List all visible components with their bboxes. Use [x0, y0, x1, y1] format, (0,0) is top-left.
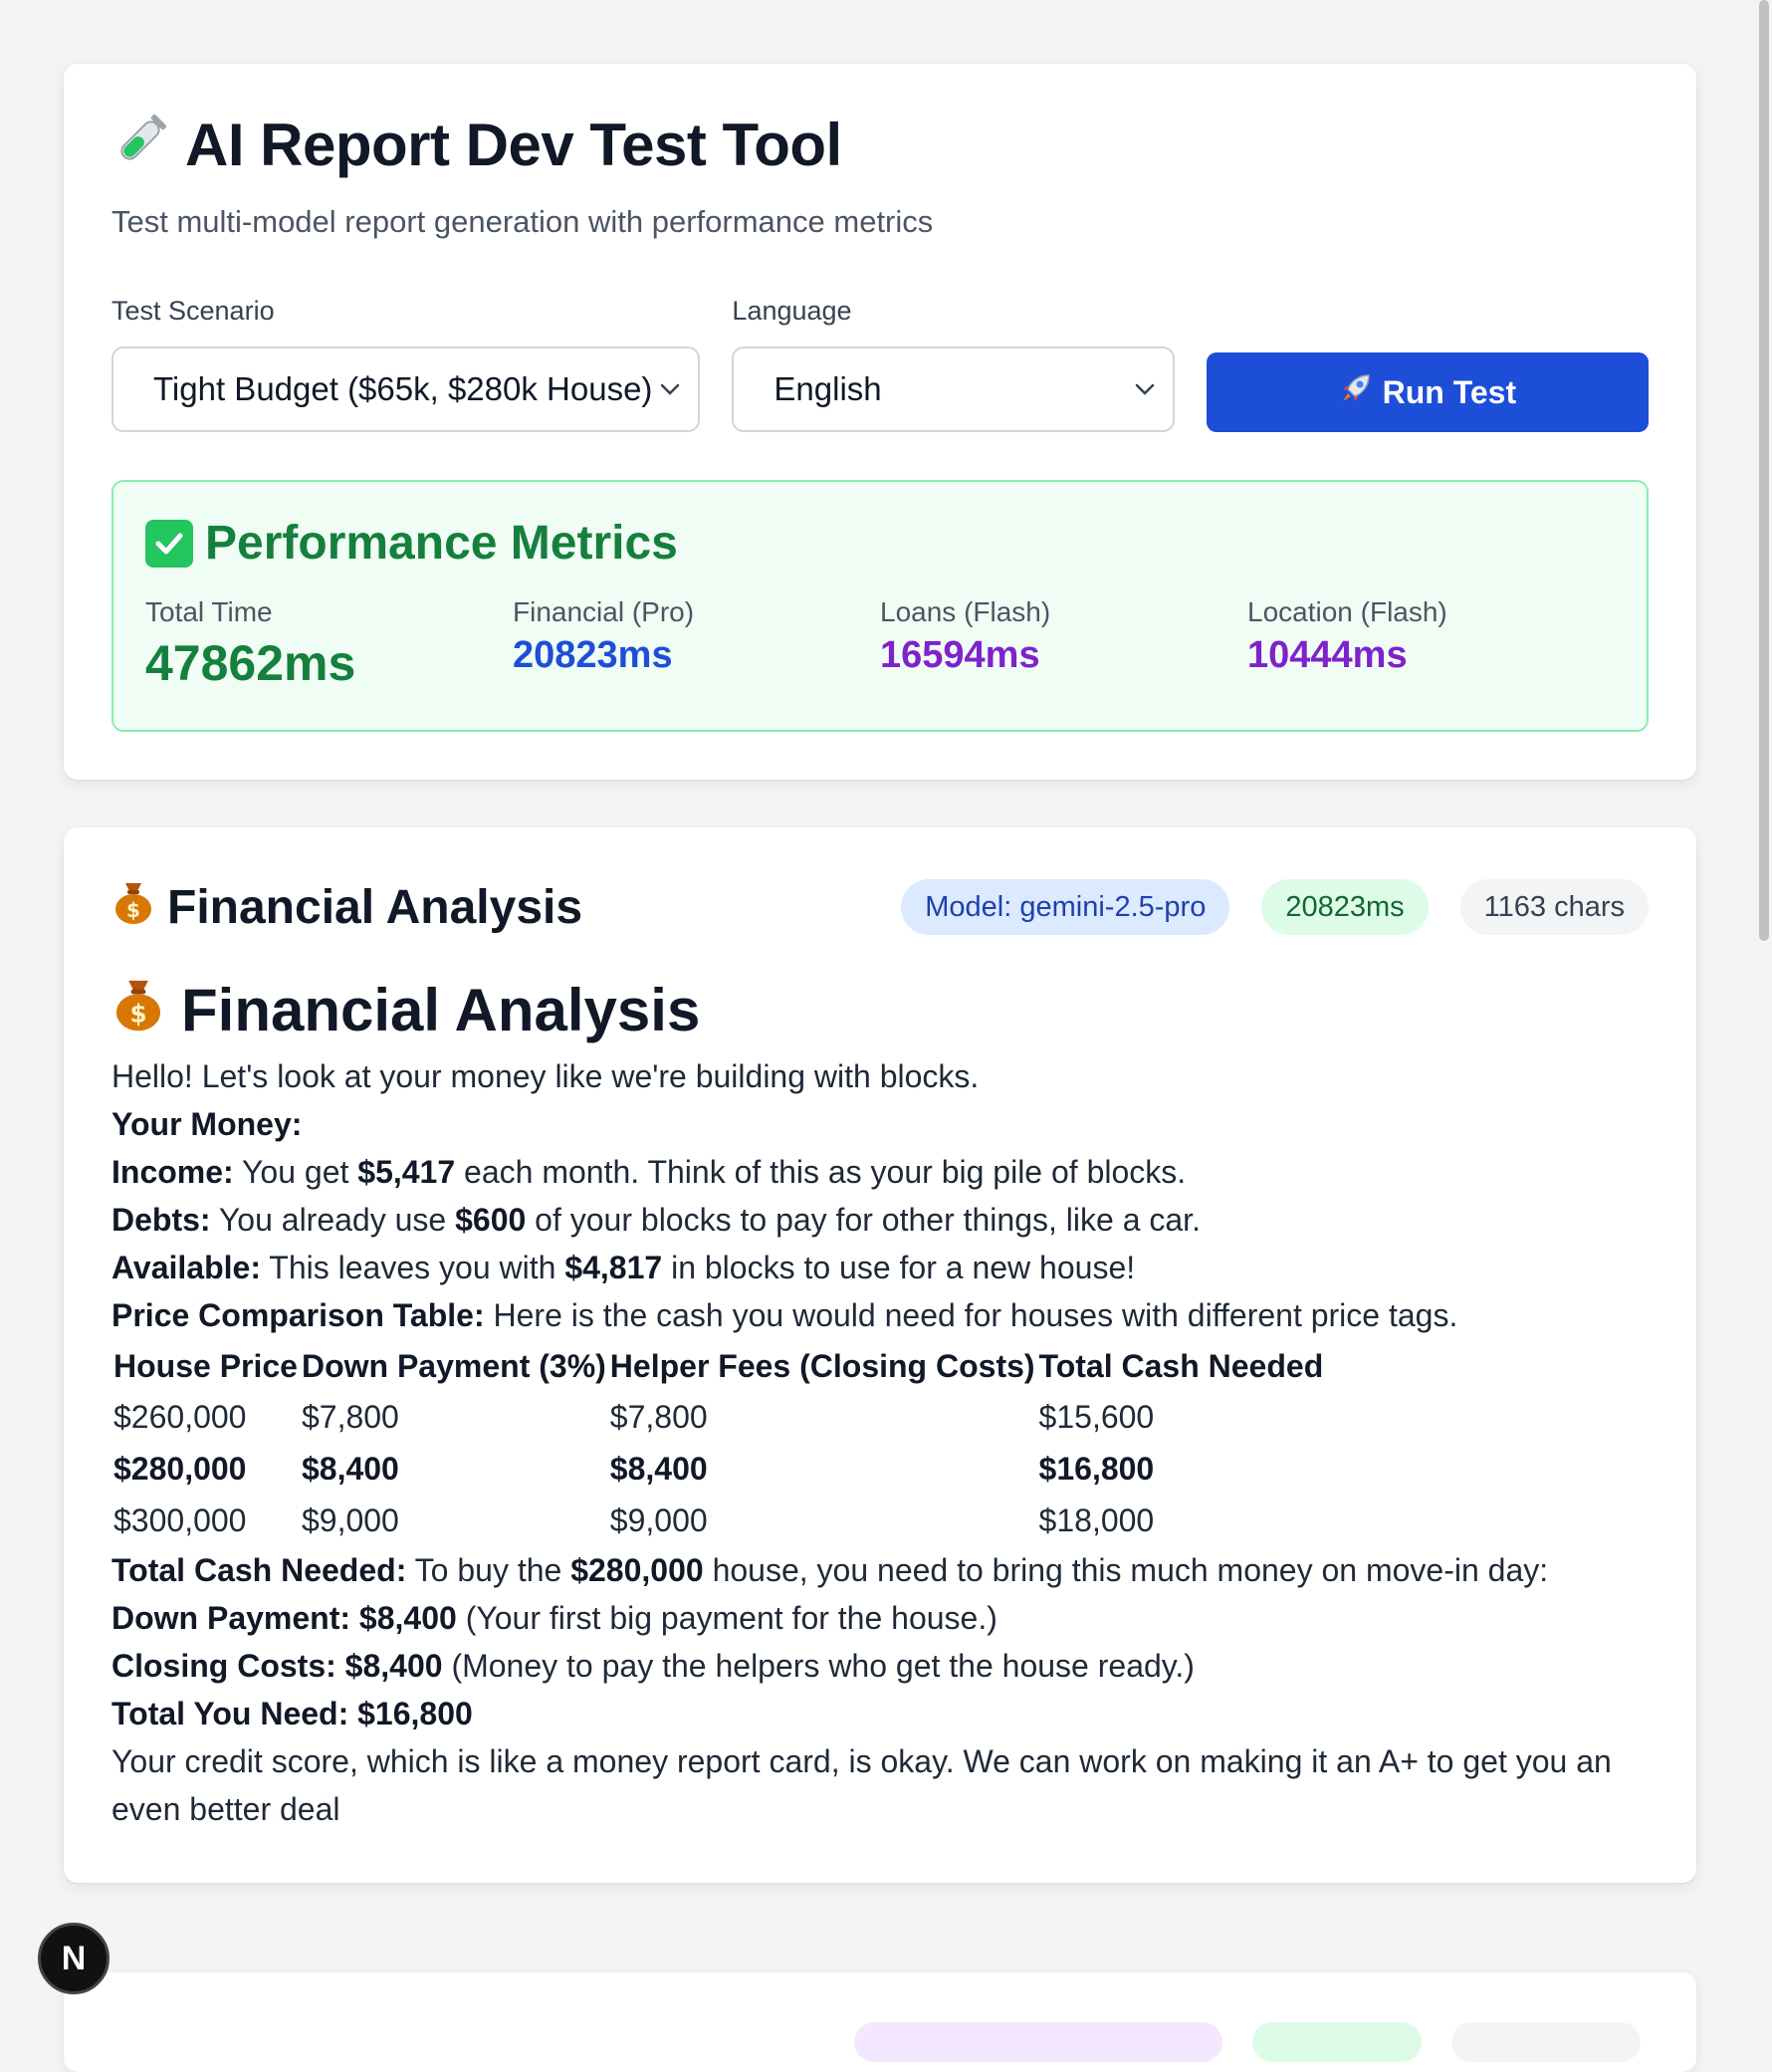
dev-indicator-label: N: [61, 1939, 87, 1977]
peek-badge: [1451, 2022, 1641, 2062]
chevron-down-icon: [652, 371, 688, 407]
scrollbar-thumb[interactable]: [1759, 0, 1769, 941]
page-container: AI Report Dev Test Tool Test multi-model…: [64, 64, 1696, 1931]
badges: Model: gemini-2.5-pro 20823ms 1163 chars: [901, 879, 1649, 935]
peek-badge: [1252, 2022, 1422, 2062]
page-title: AI Report Dev Test Tool: [185, 112, 842, 178]
credit-line: Your credit score, which is like a money…: [111, 1743, 1612, 1827]
total-need-line: Total You Need: $16,800: [111, 1696, 473, 1731]
metric-value: 10444ms: [1247, 634, 1408, 676]
report-heading-text: Financial Analysis: [181, 977, 701, 1043]
metrics-title-row: Performance Metrics: [145, 516, 1615, 571]
peek-badge: [854, 2022, 1222, 2062]
table-row: $280,000 $8,400 $8,400 $16,800: [111, 1443, 1325, 1495]
performance-metrics-panel: Performance Metrics Total Time 47862ms F…: [111, 480, 1649, 732]
down-payment-line: Down Payment: $8,400 (Your first big pay…: [111, 1600, 997, 1636]
metric-value: 47862ms: [145, 635, 356, 691]
table-cell: $300,000: [113, 1502, 247, 1538]
available-line: Available: This leaves you with $4,817 i…: [111, 1250, 1136, 1285]
table-cell: $9,000: [609, 1502, 708, 1538]
metric-label: Location (Flash): [1247, 596, 1447, 627]
financial-analysis-card: $ Financial Analysis Model: gemini-2.5-p…: [64, 827, 1696, 1883]
model-badge: Model: gemini-2.5-pro: [901, 879, 1230, 935]
section-title-row: $ Financial Analysis: [111, 877, 582, 937]
column-header: Total Cash Needed: [1038, 1348, 1324, 1384]
language-label: Language: [732, 296, 852, 326]
table-cell: $7,800: [609, 1399, 708, 1435]
closing-costs-line: Closing Costs: $8,400 (Money to pay the …: [111, 1648, 1195, 1684]
column-header: Down Payment (3%): [301, 1348, 606, 1384]
table-cell: $15,600: [1038, 1399, 1155, 1435]
run-test-label: Run Test: [1382, 373, 1517, 410]
check-icon: [145, 519, 193, 568]
table-cell: $8,400: [301, 1451, 399, 1487]
section-header: $ Financial Analysis Model: gemini-2.5-p…: [111, 877, 1649, 937]
metric-location: Location (Flash) 10444ms: [1247, 596, 1615, 692]
language-select-value: English: [774, 370, 882, 407]
scenario-select-value: Tight Budget ($65k, $280k House): [153, 370, 653, 407]
svg-text:$: $: [129, 1000, 146, 1029]
metric-value: 16594ms: [880, 634, 1040, 676]
money-bag-icon: $: [111, 973, 165, 1048]
svg-text:$: $: [126, 898, 140, 922]
test-tool-card: AI Report Dev Test Tool Test multi-model…: [64, 64, 1696, 780]
scenario-select[interactable]: Tight Budget ($65k, $280k House): [111, 346, 701, 432]
table-cell: $16,800: [1038, 1451, 1155, 1487]
table-header-row: House Price Down Payment (3%) Helper Fee…: [111, 1341, 1325, 1391]
money-bag-icon: $: [111, 877, 155, 937]
income-line: Income: You get $5,417 each month. Think…: [111, 1154, 1187, 1190]
time-badge: 20823ms: [1261, 879, 1429, 935]
language-select[interactable]: English: [732, 346, 1175, 432]
chevron-down-icon: [1127, 371, 1163, 407]
controls-row: Test Scenario Tight Budget ($65k, $280k …: [111, 296, 1650, 432]
run-test-button[interactable]: Run Test: [1206, 352, 1650, 432]
metric-value: 20823ms: [513, 634, 673, 676]
metrics-grid: Total Time 47862ms Financial (Pro) 20823…: [145, 596, 1615, 692]
language-control: Language English: [732, 296, 1175, 432]
loans-card-peek: [64, 1972, 1696, 2072]
total-cash-line: Total Cash Needed: To buy the $280,000 h…: [111, 1552, 1549, 1588]
table-row: $260,000 $7,800 $7,800 $15,600: [111, 1391, 1325, 1443]
scrollbar[interactable]: [1756, 0, 1772, 2035]
section-title: Financial Analysis: [167, 880, 583, 934]
table-row: $300,000 $9,000 $9,000 $18,000: [111, 1495, 1325, 1546]
test-tube-icon: [111, 110, 169, 180]
column-header: Helper Fees (Closing Costs): [609, 1348, 1035, 1384]
report-heading: $ Financial Analysis: [111, 973, 1649, 1048]
rocket-icon: [1339, 371, 1373, 413]
title-row: AI Report Dev Test Tool: [111, 110, 1649, 180]
table-cell: $9,000: [301, 1502, 399, 1538]
report-intro: Hello! Let's look at your money like we'…: [111, 1058, 980, 1094]
scenario-label: Test Scenario: [111, 296, 275, 326]
dev-indicator-button[interactable]: N: [38, 1923, 110, 1994]
metric-total-time: Total Time 47862ms: [145, 596, 513, 692]
metric-label: Loans (Flash): [880, 596, 1051, 627]
metric-loans: Loans (Flash) 16594ms: [880, 596, 1247, 692]
price-comparison-table: House Price Down Payment (3%) Helper Fee…: [111, 1341, 1325, 1546]
metric-financial: Financial (Pro) 20823ms: [513, 596, 880, 692]
table-cell: $260,000: [113, 1399, 247, 1435]
table-cell: $280,000: [113, 1451, 247, 1487]
metrics-title: Performance Metrics: [205, 517, 678, 570]
table-cell: $18,000: [1038, 1502, 1155, 1538]
column-header: House Price: [113, 1348, 298, 1384]
chars-badge: 1163 chars: [1459, 879, 1649, 935]
metric-label: Financial (Pro): [513, 596, 695, 627]
table-intro-line: Price Comparison Table: Here is the cash…: [111, 1297, 1458, 1333]
scenario-control: Test Scenario Tight Budget ($65k, $280k …: [111, 296, 701, 432]
your-money-heading: Your Money:: [111, 1106, 303, 1142]
report-content: $ Financial Analysis Hello! Let's look a…: [111, 973, 1649, 1833]
table-cell: $8,400: [609, 1451, 708, 1487]
table-cell: $7,800: [301, 1399, 399, 1435]
metric-label: Total Time: [145, 596, 273, 627]
debts-line: Debts: You already use $600 of your bloc…: [111, 1202, 1201, 1238]
page-subtitle: Test multi-model report generation with …: [111, 204, 934, 239]
